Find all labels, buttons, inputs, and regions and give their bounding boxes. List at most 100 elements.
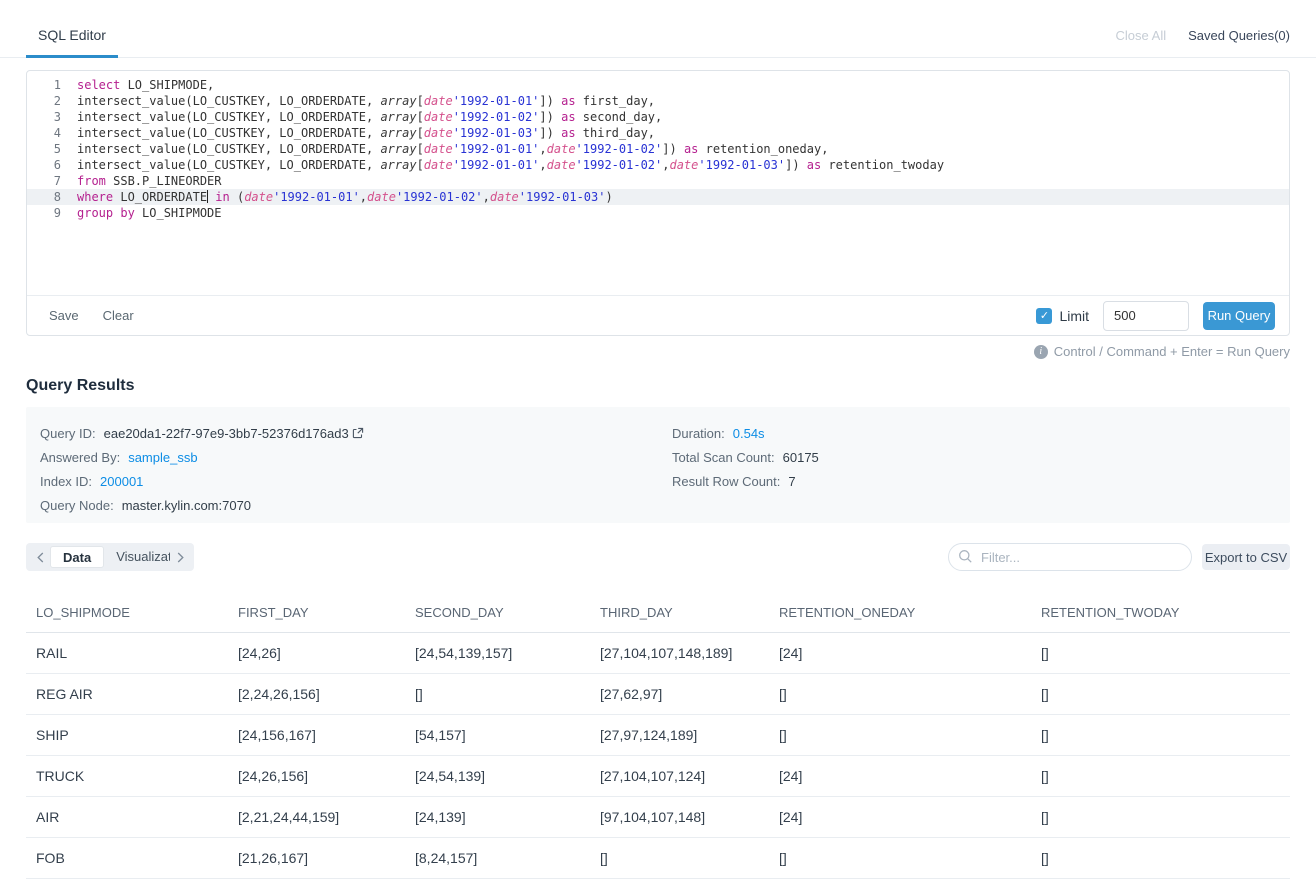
limit-label: Limit	[1059, 308, 1089, 324]
line-number: 5	[27, 141, 71, 157]
table-cell: SHIP	[26, 727, 228, 743]
column-header: RETENTION_ONEDAY	[769, 605, 1031, 620]
view-tabs: Data Visualization	[26, 543, 194, 571]
code-line-5[interactable]: 5intersect_value(LO_CUSTKEY, LO_ORDERDAT…	[27, 141, 1289, 157]
external-link-icon[interactable]	[352, 427, 364, 439]
limit-checkbox[interactable]: ✓	[1036, 308, 1052, 324]
table-cell: [24,156,167]	[228, 727, 405, 743]
line-number: 8	[27, 189, 71, 205]
table-cell: REG AIR	[26, 686, 228, 702]
total-scan-label: Total Scan Count:	[672, 450, 775, 465]
query-info-panel: Query ID: eae20da1-22f7-97e9-3bb7-52376d…	[26, 407, 1290, 523]
table-cell: [21,26,167]	[228, 850, 405, 866]
table-cell: []	[769, 727, 1031, 743]
search-icon	[958, 549, 973, 569]
duration-value[interactable]: 0.54s	[733, 426, 765, 441]
table-row: RAIL[24,26][24,54,139,157][27,104,107,14…	[26, 633, 1290, 674]
table-cell: [27,97,124,189]	[590, 727, 769, 743]
table-cell: [2,24,26,156]	[228, 686, 405, 702]
code-line-7[interactable]: 7from SSB.P_LINEORDER	[27, 173, 1289, 189]
table-row: FOB[21,26,167][8,24,157][][][]	[26, 838, 1290, 879]
table-cell: []	[1031, 686, 1290, 702]
table-cell: [27,104,107,148,189]	[590, 645, 769, 661]
saved-queries-button[interactable]: Saved Queries(0)	[1188, 28, 1290, 43]
code-line-6[interactable]: 6intersect_value(LO_CUSTKEY, LO_ORDERDAT…	[27, 157, 1289, 173]
code-line-9[interactable]: 9group by LO_SHIPMODE	[27, 205, 1289, 221]
total-scan-value: 60175	[783, 450, 819, 465]
export-csv-button[interactable]: Export to CSV	[1202, 544, 1290, 570]
line-number: 1	[27, 77, 71, 93]
results-toolbar: Data Visualization Export to CSV	[26, 543, 1290, 571]
editor-toolbar: Save Clear ✓ Limit Run Query	[27, 295, 1289, 335]
index-id-label: Index ID:	[40, 474, 92, 489]
column-header: FIRST_DAY	[228, 605, 405, 620]
table-row: REG AIR[2,24,26,156][][27,62,97][][]	[26, 674, 1290, 715]
query-results-title: Query Results	[26, 377, 1290, 396]
table-cell: [8,24,157]	[405, 850, 590, 866]
tab-data[interactable]: Data	[50, 546, 104, 568]
code-line-4[interactable]: 4intersect_value(LO_CUSTKEY, LO_ORDERDAT…	[27, 125, 1289, 141]
duration-label: Duration:	[672, 426, 725, 441]
table-cell: RAIL	[26, 645, 228, 661]
clear-button[interactable]: Clear	[103, 308, 134, 323]
column-header: RETENTION_TWODAY	[1031, 605, 1290, 620]
code-line-2[interactable]: 2intersect_value(LO_CUSTKEY, LO_ORDERDAT…	[27, 93, 1289, 109]
table-row: SHIP[24,156,167][54,157][27,97,124,189][…	[26, 715, 1290, 756]
limit-input[interactable]	[1103, 301, 1189, 331]
close-all-button[interactable]: Close All	[1116, 28, 1167, 43]
table-cell: AIR	[26, 809, 228, 825]
tab-sql-editor[interactable]: SQL Editor	[26, 27, 118, 57]
table-cell: [27,62,97]	[590, 686, 769, 702]
filter-input[interactable]	[948, 543, 1192, 571]
editor-tabbar: SQL Editor Close All Saved Queries(0)	[0, 0, 1316, 58]
line-number: 7	[27, 173, 71, 189]
table-cell: []	[769, 686, 1031, 702]
save-button[interactable]: Save	[49, 308, 79, 323]
table-cell: []	[769, 850, 1031, 866]
query-node-label: Query Node:	[40, 498, 114, 513]
table-cell: [54,157]	[405, 727, 590, 743]
table-cell: [24,54,139]	[405, 768, 590, 784]
run-hint-row: i Control / Command + Enter = Run Query	[26, 344, 1290, 359]
next-tab-button[interactable]	[170, 543, 190, 571]
answered-by-link[interactable]: sample_ssb	[128, 450, 197, 465]
table-cell: [24]	[769, 809, 1031, 825]
tab-sql-editor-label: SQL Editor	[38, 27, 106, 43]
code-line-3[interactable]: 3intersect_value(LO_CUSTKEY, LO_ORDERDAT…	[27, 109, 1289, 125]
line-number: 4	[27, 125, 71, 141]
table-cell: [24,139]	[405, 809, 590, 825]
table-cell: [24,26,156]	[228, 768, 405, 784]
table-cell: [24,54,139,157]	[405, 645, 590, 661]
table-cell: [24,26]	[228, 645, 405, 661]
table-cell: [2,21,24,44,159]	[228, 809, 405, 825]
line-number: 2	[27, 93, 71, 109]
line-number: 9	[27, 205, 71, 221]
answered-by-label: Answered By:	[40, 450, 120, 465]
row-count-label: Result Row Count:	[672, 474, 780, 489]
query-node-value: master.kylin.com:7070	[122, 498, 251, 513]
tab-visualization[interactable]: Visualization	[104, 546, 170, 568]
table-cell: []	[1031, 809, 1290, 825]
table-cell: []	[590, 850, 769, 866]
table-cell: [24]	[769, 768, 1031, 784]
code-area[interactable]: 1select LO_SHIPMODE,2intersect_value(LO_…	[27, 71, 1289, 295]
line-number: 6	[27, 157, 71, 173]
table-cell: [27,104,107,124]	[590, 768, 769, 784]
column-header: THIRD_DAY	[590, 605, 769, 620]
info-icon: i	[1034, 345, 1048, 359]
code-line-1[interactable]: 1select LO_SHIPMODE,	[27, 77, 1289, 93]
table-header-row: LO_SHIPMODEFIRST_DAYSECOND_DAYTHIRD_DAYR…	[26, 593, 1290, 633]
code-line-8[interactable]: 8where LO_ORDERDATE in (date'1992-01-01'…	[27, 189, 1289, 205]
table-cell: FOB	[26, 850, 228, 866]
run-hint-text: Control / Command + Enter = Run Query	[1054, 344, 1290, 359]
tabbar-actions: Close All Saved Queries(0)	[1116, 28, 1290, 57]
table-cell: [97,104,107,148]	[590, 809, 769, 825]
run-query-button[interactable]: Run Query	[1203, 302, 1275, 330]
prev-tab-button[interactable]	[30, 543, 50, 571]
sql-editor-panel: 1select LO_SHIPMODE,2intersect_value(LO_…	[26, 70, 1290, 336]
row-count-value: 7	[788, 474, 795, 489]
table-row: TRUCK[24,26,156][24,54,139][27,104,107,1…	[26, 756, 1290, 797]
query-id-label: Query ID:	[40, 426, 96, 441]
query-id-value: eae20da1-22f7-97e9-3bb7-52376d176ad3	[104, 426, 349, 441]
index-id-link[interactable]: 200001	[100, 474, 143, 489]
